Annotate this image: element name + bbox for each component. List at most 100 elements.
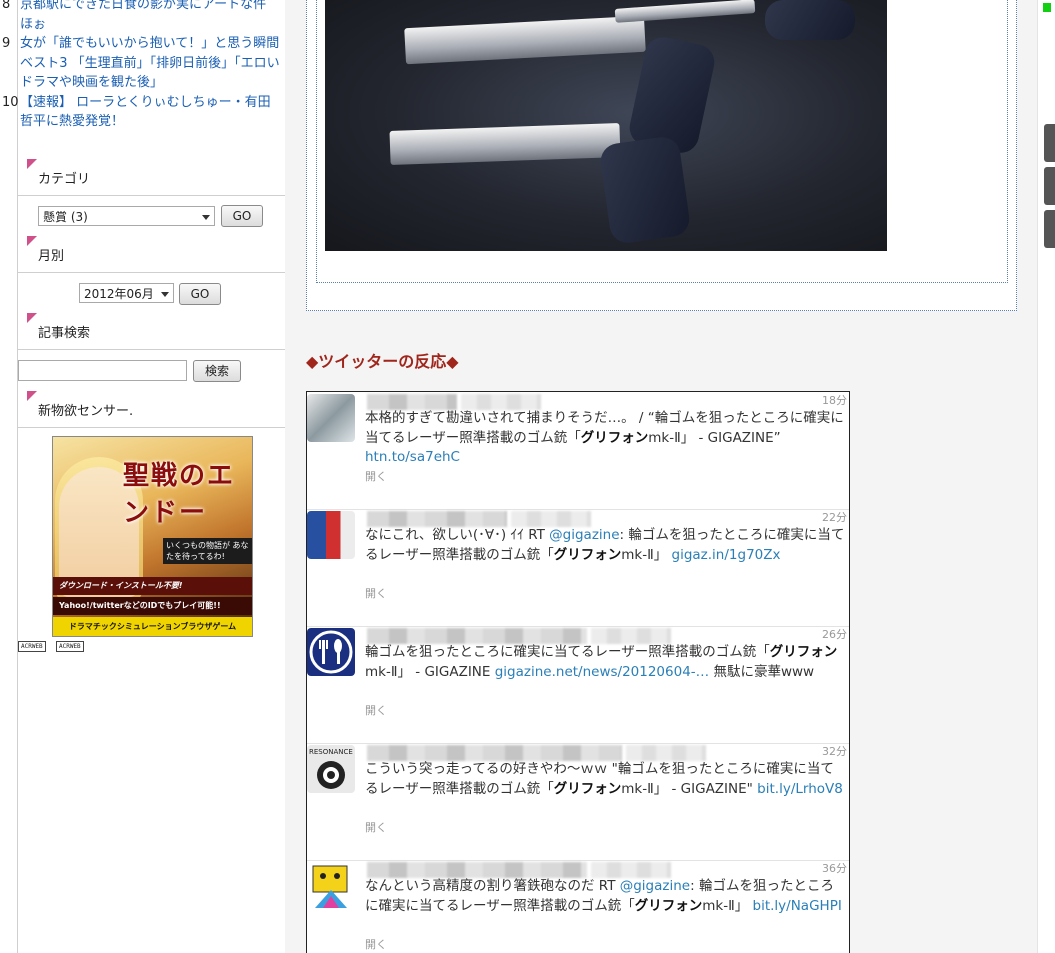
tweet-text-part: 輪ゴムを狙ったところに確実に当てるレーザー照準搭載のゴム銃「	[365, 644, 770, 660]
divider	[18, 349, 285, 350]
resonance-logo-icon: RESONANCE	[309, 748, 353, 789]
user-name-redacted[interactable]	[367, 628, 587, 644]
rank-number: 8	[2, 0, 11, 12]
tweet: 18分 本格的すぎて勘違いされて捕まりそうだ…。 / “輪ゴムを狙ったところに確…	[307, 392, 849, 510]
tweet-time[interactable]: 22分	[822, 509, 847, 525]
section-marker-icon	[27, 391, 37, 401]
tweet: RESONANCE 32分 こういう突っ走ってるの好きやわ～ｗｗ "輪ゴムを狙っ…	[307, 743, 849, 861]
tweet: 22分 なにこれ、欲しい(･∀･) ｲｲ RT @gigazine: 輪ゴムを狙…	[307, 509, 849, 627]
divider	[18, 427, 285, 428]
gun-grip-corner	[765, 0, 855, 40]
avatar[interactable]	[307, 628, 355, 676]
right-edge-bar	[1037, 0, 1055, 953]
user-handle-redacted[interactable]	[461, 394, 541, 410]
acrweb-badge[interactable]: ACRWEB	[18, 641, 46, 652]
tweet-time[interactable]: 36分	[822, 860, 847, 876]
section-marker-icon	[27, 313, 37, 323]
tweet-text-part: mk-Ⅱ」 - GIGAZINE”	[648, 429, 781, 446]
avatar[interactable]: RESONANCE	[307, 745, 355, 793]
twitter-reactions-title: ◆ツイッターの反応◆	[306, 352, 459, 371]
ranking-list: 8 京都駅にできた日食の影が実にアートな件 ほぉ 9 女が「誰でもいいから抱いて…	[1, 0, 283, 132]
tweet-bold-text: グリフォン	[580, 429, 649, 446]
banner-logo: 聖戦のエンドー	[123, 461, 236, 528]
search-title: 記事検索	[38, 326, 91, 341]
tweet: 26分 輪ゴムを狙ったところに確実に当てるレーザー照準搭載のゴム銃「グリフォン m…	[307, 626, 849, 744]
tweet-text-part: mk-Ⅱ」 - GIGAZINE	[365, 663, 495, 680]
tweet-text-part: なんという高精度の割り箸鉄砲なのだ RT	[365, 878, 620, 894]
main-content: ◆ツイッターの反応◆ 18分 本格的すぎて勘違いされて捕まりそうだ…。 / “輪…	[285, 0, 1037, 953]
tweet-text: なにこれ、欲しい(･∀･) ｲｲ RT @gigazine: 輪ゴムを狙ったとこ…	[365, 526, 847, 565]
gun-grip-lower	[598, 134, 692, 246]
user-name-redacted[interactable]	[367, 394, 457, 410]
user-handle-redacted[interactable]	[591, 862, 671, 878]
ranking-item: 10 【速報】 ローラとくりぃむしちゅー・有田哲平に熱愛発覚！	[1, 93, 283, 132]
chevron-down-icon	[161, 292, 169, 297]
banner-line-3: ドラマチックシミュレーションブラウザゲーム	[53, 617, 252, 636]
tweet-time[interactable]: 32分	[822, 743, 847, 759]
category-header: カテゴリ	[18, 159, 285, 195]
open-link[interactable]: 開く	[365, 702, 387, 718]
banner-line-1: ダウンロード・インストール不要!	[53, 577, 252, 595]
acrweb-badge[interactable]: ACRWEB	[56, 641, 84, 652]
avatar[interactable]	[307, 511, 355, 559]
ranking-link[interactable]: 京都駅にできた日食の影が実にアートな件 ほぉ	[20, 0, 283, 34]
tweet-link[interactable]: bit.ly/LrhoV8	[757, 781, 843, 797]
month-go-button[interactable]: GO	[179, 283, 221, 305]
search-input[interactable]	[18, 360, 187, 381]
user-handle-redacted[interactable]	[591, 628, 671, 644]
tweet-time[interactable]: 18分	[822, 392, 847, 408]
sensor-header: 新物欲センサー.	[18, 391, 285, 427]
user-name-redacted[interactable]	[367, 862, 587, 878]
section-marker-icon	[27, 236, 37, 246]
user-name-redacted[interactable]	[367, 511, 507, 527]
divider	[18, 195, 285, 196]
tweet-mention[interactable]: @gigazine	[620, 878, 690, 894]
rubber-band-gun-photo	[325, 0, 887, 251]
ranking-link[interactable]: 【速報】 ローラとくりぃむしちゅー・有田哲平に熱愛発覚！	[20, 93, 283, 132]
tweet-bold-text: グリフォン	[769, 644, 838, 660]
tweet-mention[interactable]: @gigazine	[549, 527, 619, 543]
avatar[interactable]	[307, 394, 355, 442]
category-title: カテゴリ	[38, 172, 91, 187]
ranking-link[interactable]: 女が「誰でもいいから抱いて！」と思う瞬間ベスト3 「生理直前」「排卵日前後」「エ…	[20, 34, 283, 93]
tweet: 36分 なんという高精度の割り箸鉄砲なのだ RT @gigazine: 輪ゴムを…	[307, 860, 849, 953]
search-button[interactable]: 検索	[193, 360, 241, 382]
tweet-link[interactable]: htn.to/sa7ehC	[365, 449, 460, 465]
chevron-down-icon	[202, 215, 210, 220]
fork-knife-icon	[309, 630, 353, 674]
month-select[interactable]: 2012年06月	[79, 283, 174, 303]
tweet-bold-text: グリフォン	[553, 780, 622, 797]
open-link[interactable]: 開く	[365, 936, 387, 952]
user-name-redacted[interactable]	[367, 745, 622, 761]
category-select[interactable]: 懸賞 (3)	[38, 206, 215, 226]
rank-number: 9	[2, 36, 11, 51]
tweet-text-part: なにこれ、欲しい(･∀･) ｲｲ RT	[365, 527, 550, 543]
month-select-value: 2012年06月	[84, 287, 154, 301]
tweet-text-part: mk-Ⅱ」	[621, 546, 672, 563]
tweet-time[interactable]: 26分	[822, 626, 847, 642]
banner-tagline: いくつもの物語が あなたを待ってるわ!	[163, 538, 252, 564]
open-link[interactable]: 開く	[365, 585, 387, 601]
tweet-link[interactable]: gigazine.net/news/20120604-…	[495, 664, 709, 680]
tweet-text: 輪ゴムを狙ったところに確実に当てるレーザー照準搭載のゴム銃「グリフォン mk-Ⅱ」…	[365, 643, 847, 682]
tweet-link[interactable]: bit.ly/NaGHPI	[753, 898, 842, 914]
side-tab-button[interactable]	[1044, 124, 1055, 162]
gun-barrel-lower	[389, 122, 621, 166]
gun-barrel-upper	[404, 15, 646, 65]
tweet-bold-text: グリフォン	[634, 897, 703, 914]
avatar[interactable]	[307, 862, 355, 910]
ranking-item: 8 京都駅にできた日食の影が実にアートな件 ほぉ	[1, 0, 283, 34]
user-handle-redacted[interactable]	[626, 745, 706, 761]
open-link[interactable]: 開く	[365, 819, 387, 835]
user-handle-redacted[interactable]	[511, 511, 591, 527]
banner-line-2: Yahoo!/twitterなどのIDでもプレイ可能!!	[53, 597, 252, 615]
open-link[interactable]: 開く	[365, 468, 387, 484]
tweet-link[interactable]: gigaz.in/1g70Zx	[672, 547, 781, 563]
game-banner-ad[interactable]: 聖戦のエンドー いくつもの物語が あなたを待ってるわ! ダウンロード・インストー…	[52, 436, 253, 637]
side-tab-button[interactable]	[1044, 210, 1055, 248]
category-go-button[interactable]: GO	[221, 205, 263, 227]
mascot-avatar-icon	[312, 865, 348, 908]
tweet-text-part: mk-Ⅱ」	[702, 897, 753, 914]
svg-text:RESONANCE: RESONANCE	[309, 748, 353, 756]
side-tab-button[interactable]	[1044, 167, 1055, 205]
